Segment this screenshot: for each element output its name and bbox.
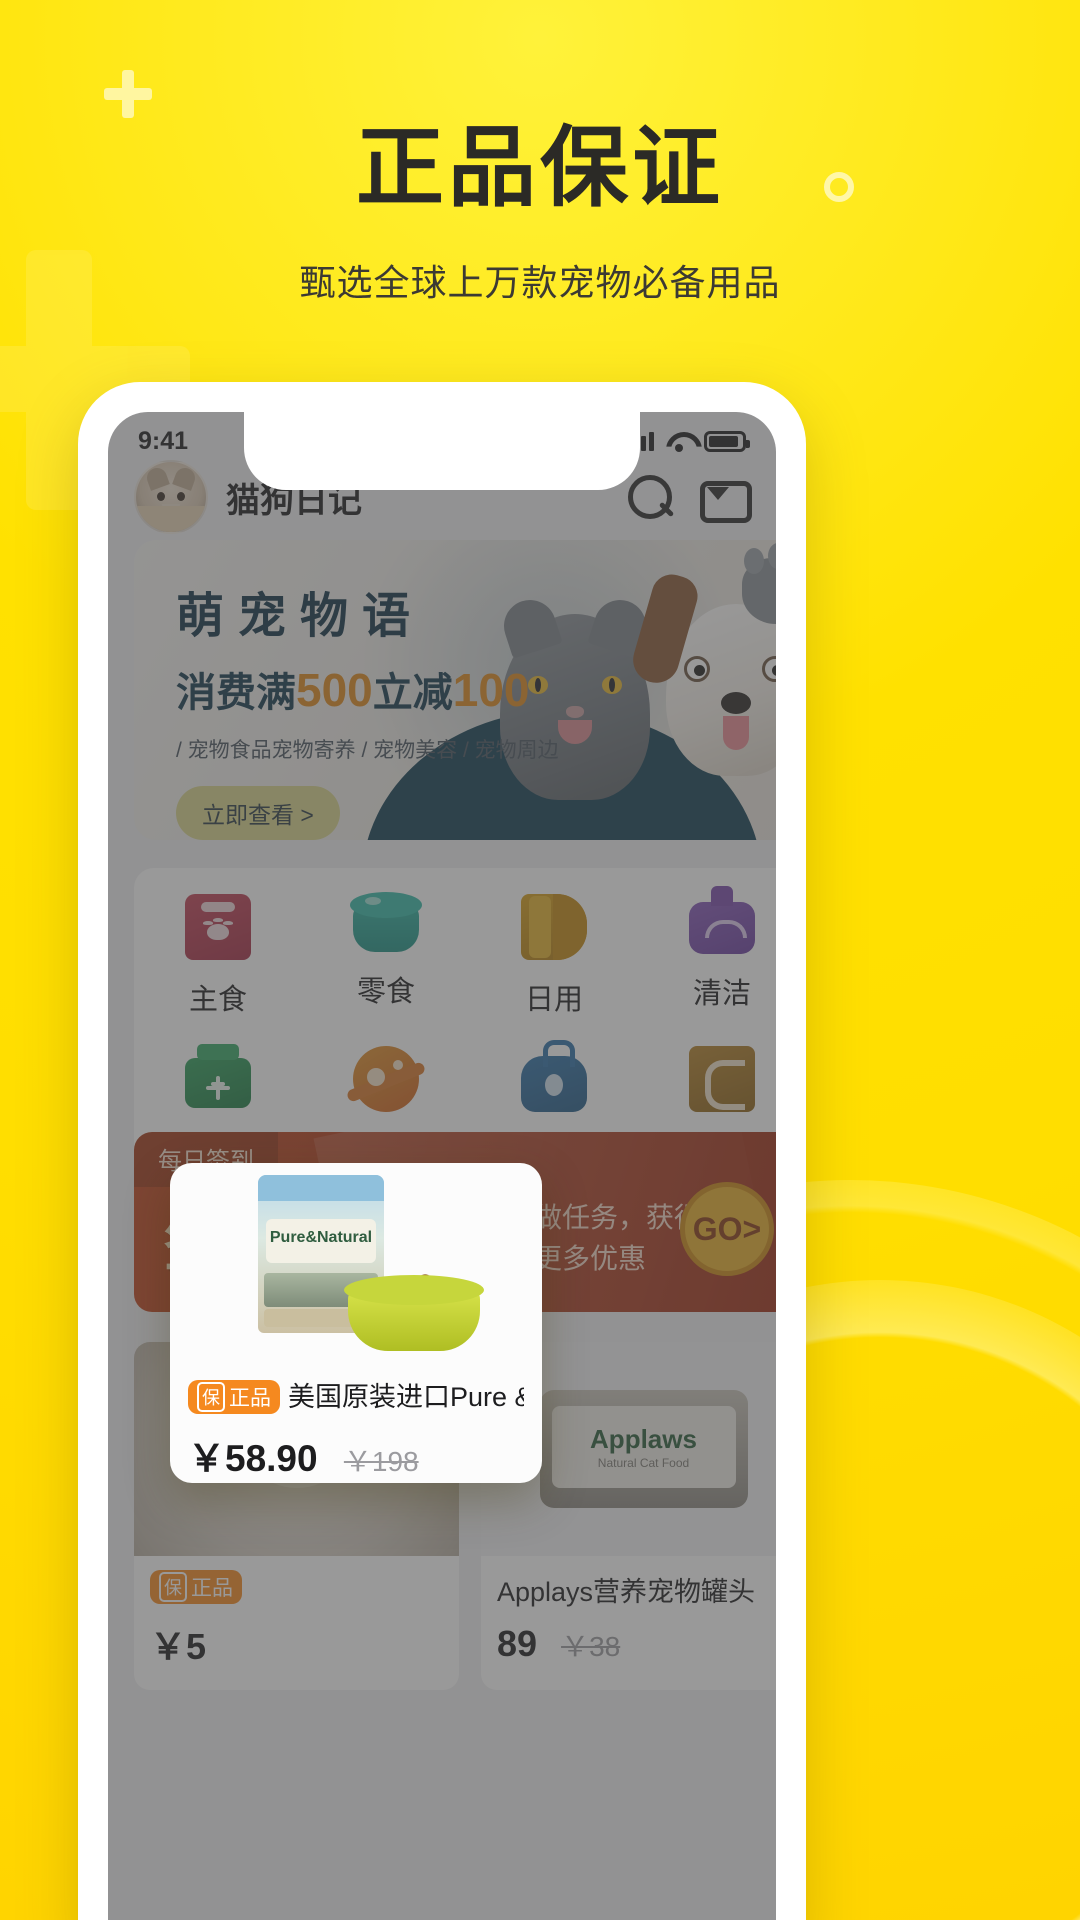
badge-label: 正品 xyxy=(229,1387,271,1410)
spray-bottle-icon xyxy=(689,886,755,954)
featured-product-price: ￥58.90 ￥198 xyxy=(188,1428,524,1482)
featured-product-info: 保 正品 美国原装进口Pure & N… ￥58.90 ￥198 xyxy=(170,1375,542,1482)
phone-notch xyxy=(244,412,640,490)
paper-roll-icon xyxy=(521,894,587,960)
status-indicators xyxy=(625,430,750,452)
featured-product-old-price: ￥198 xyxy=(343,1446,419,1477)
backpack-icon xyxy=(521,1040,587,1112)
badge-shield-text: 保 xyxy=(197,1382,225,1412)
product-info: 保 正品 ￥5 xyxy=(134,1556,459,1690)
hero-promo-prefix: 消费满 xyxy=(176,671,296,715)
canned-food-photo: Applaws Natural Cat Food xyxy=(539,1390,748,1508)
hero-promo-mid: 立减 xyxy=(372,671,453,715)
signin-go-button[interactable]: GO> xyxy=(680,1182,774,1276)
hero-categories-line: / 宠物食品宠物寄养 / 宠物美容 / 宠物周边 xyxy=(176,739,559,762)
genuine-badge: 保 正品 xyxy=(150,1570,242,1604)
hero-promo: 消费满500立减100 xyxy=(176,660,559,718)
can-brand: Applaws xyxy=(590,1424,697,1454)
product-old-price: ￥38 xyxy=(561,1631,621,1662)
merch-icon xyxy=(689,1046,755,1112)
category-label: 零食 xyxy=(356,976,415,1008)
hero-cta-button[interactable]: 立即查看 > xyxy=(176,786,340,840)
dog-illustration xyxy=(627,569,776,776)
status-time: 9:41 xyxy=(138,426,189,455)
product-info: Applays营养宠物罐头 89 ￥38 xyxy=(481,1556,776,1685)
product-price: ￥5 xyxy=(150,1626,207,1667)
ball-toy-icon xyxy=(353,1046,419,1112)
featured-product-image: Pure&Natural xyxy=(170,1163,542,1375)
hero-promo-amount: 500 xyxy=(296,664,373,716)
hero-banner[interactable]: 萌宠物语 消费满500立减100 / 宠物食品宠物寄养 / 宠物美容 / 宠物周… xyxy=(134,540,776,840)
category-item-daily[interactable]: 日用 xyxy=(470,894,638,1018)
category-item-main-food[interactable]: 主食 xyxy=(134,894,302,1018)
hero-text-block: 萌宠物语 消费满500立减100 / 宠物食品宠物寄养 / 宠物美容 / 宠物周… xyxy=(176,576,559,840)
avatar[interactable] xyxy=(134,460,208,534)
product-name: 保 正品 xyxy=(150,1570,443,1604)
poster-headline: 正品保证 甄选全球上万款宠物必备用品 xyxy=(0,118,1080,306)
page-title: 正品保证 xyxy=(355,118,724,217)
food-bag-icon xyxy=(185,894,251,960)
wifi-icon xyxy=(666,432,692,452)
featured-product-name: 保 正品 美国原装进口Pure & N… xyxy=(188,1375,524,1414)
battery-icon xyxy=(704,430,750,452)
category-label: 日用 xyxy=(524,984,583,1016)
category-item-cleaning[interactable]: 清洁 xyxy=(638,886,776,1018)
can-subtitle: Natural Cat Food xyxy=(597,1456,690,1470)
bowl-illustration xyxy=(344,1275,484,1351)
pack-label: Pure&Natural xyxy=(269,1229,373,1246)
message-icon[interactable] xyxy=(694,469,752,525)
price-value: 89 xyxy=(497,1623,538,1664)
product-name: Applays营养宠物罐头 xyxy=(497,1577,756,1607)
page-subtitle: 甄选全球上万款宠物必备用品 xyxy=(299,262,781,304)
genuine-badge: 保 正品 xyxy=(188,1380,280,1414)
featured-product-title: 美国原装进口Pure & N… xyxy=(288,1382,524,1412)
hero-title: 萌宠物语 xyxy=(176,590,425,643)
badge-shield-text: 保 xyxy=(159,1572,187,1602)
hero-promo-discount: 100 xyxy=(452,664,530,716)
category-item-snacks[interactable]: 零食 xyxy=(302,892,470,1018)
featured-product-card[interactable]: Pure&Natural 保 正品 美国原装进口Pure & N… ￥58.90… xyxy=(170,1163,542,1483)
product-price: 89 ￥38 xyxy=(497,1623,776,1665)
badge-label: 正品 xyxy=(191,1577,233,1600)
medicine-bottle-icon xyxy=(185,1044,251,1108)
category-label: 清洁 xyxy=(692,978,751,1010)
phone-mockup: 猫狗日记 萌宠物语 消费满500立减100 / 宠物食品宠物寄养 / 宠物美容 … xyxy=(78,382,806,1920)
plus-decoration-small-icon xyxy=(104,70,152,118)
search-icon[interactable] xyxy=(620,469,676,525)
pet-bowl-icon xyxy=(350,892,422,952)
price-value: ￥58.90 xyxy=(188,1438,318,1479)
category-label: 主食 xyxy=(188,984,247,1016)
